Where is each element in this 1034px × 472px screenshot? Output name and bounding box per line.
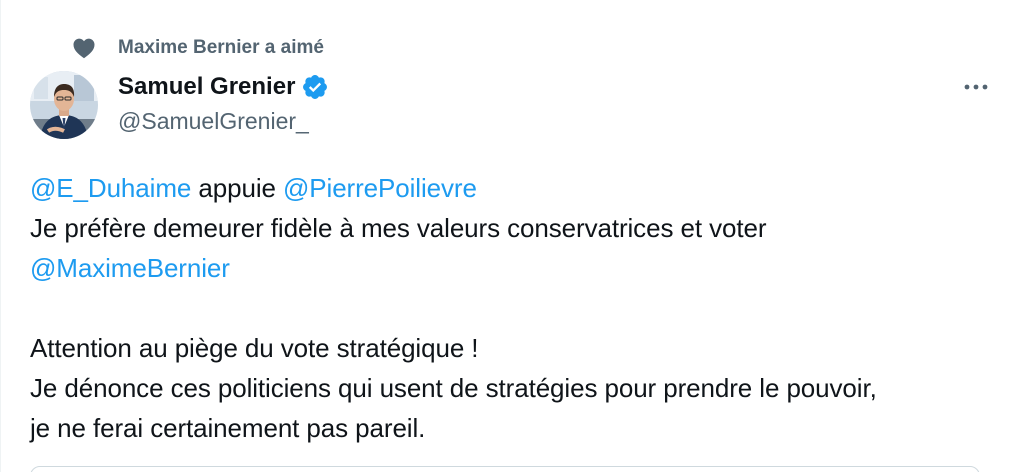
paragraph-break: [30, 288, 1020, 328]
heart-icon: [70, 34, 98, 62]
tweet-line: je ne ferai certainement pas pareil.: [30, 413, 426, 443]
mention-link[interactable]: @PierrePoilievre: [283, 173, 477, 203]
social-context[interactable]: Maxime Bernier a aimé: [70, 34, 324, 62]
tweet-header: Samuel Grenier @SamuelGrenier_: [118, 70, 331, 136]
author-handle[interactable]: @SamuelGrenier_: [118, 106, 331, 136]
mention-link[interactable]: @MaximeBernier: [30, 253, 230, 283]
verified-badge-icon[interactable]: [301, 72, 331, 102]
timeline-divider: [0, 0, 1, 472]
embedded-card[interactable]: [30, 466, 980, 472]
tweet-line: @MaximeBernier: [30, 248, 1020, 288]
tweet[interactable]: Maxime Bernier a aimé Samuel Grenier @Sa…: [0, 0, 1034, 472]
liked-by-text[interactable]: Maxime Bernier a aimé: [118, 36, 324, 60]
avatar[interactable]: [30, 71, 98, 139]
name-row: Samuel Grenier: [118, 70, 331, 104]
tweet-line: @E_Duhaime appuie @PierrePoilievre: [30, 168, 1020, 208]
tweet-line: Attention au piège du vote stratégique !: [30, 333, 479, 363]
more-options-button[interactable]: [954, 72, 998, 102]
mention-link[interactable]: @E_Duhaime: [30, 173, 191, 203]
tweet-line: Je dénonce ces politiciens qui usent de …: [30, 373, 877, 403]
tweet-text: @E_Duhaime appuie @PierrePoilievre Je pr…: [30, 168, 1020, 448]
author-name[interactable]: Samuel Grenier: [118, 72, 295, 102]
tweet-line: Je préfère demeurer fidèle à mes valeurs…: [30, 213, 767, 243]
more-horizontal-icon: [963, 78, 989, 96]
tweet-text-fragment: appuie: [191, 173, 283, 203]
